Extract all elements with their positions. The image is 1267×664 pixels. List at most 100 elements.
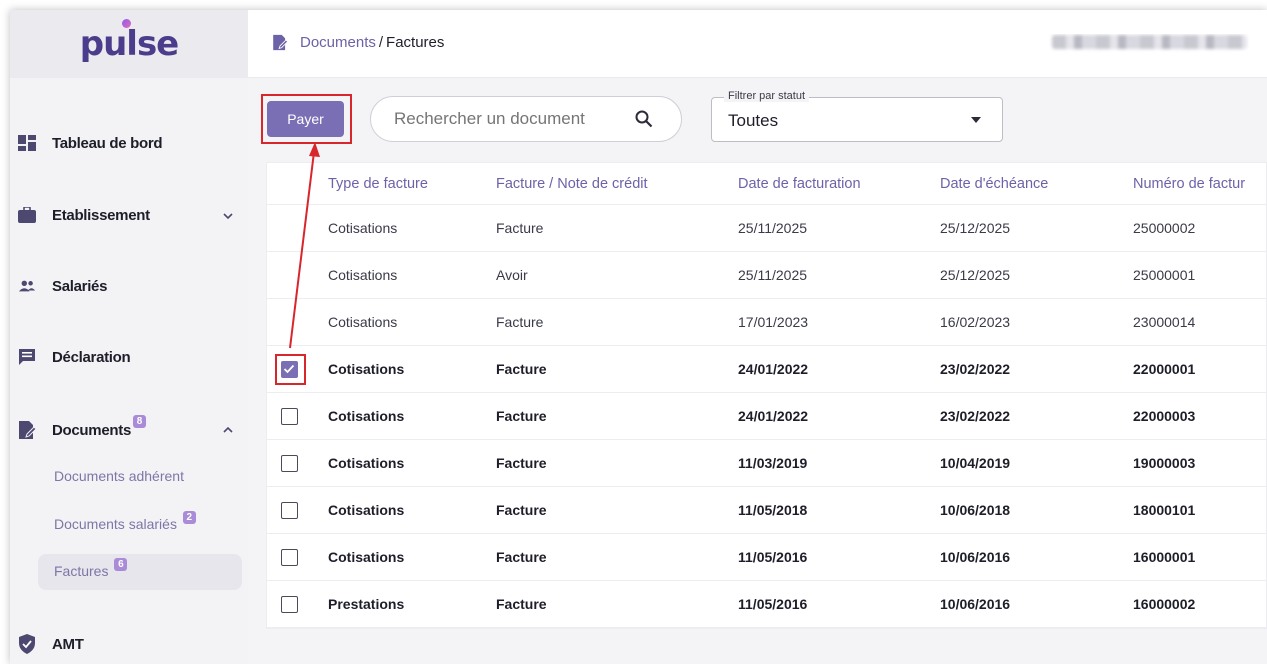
- table-cell: 23000014: [1133, 314, 1196, 330]
- sidebar-subitem-documents-salaries[interactable]: Documents salariés 2: [54, 511, 196, 533]
- table-cell: 16000002: [1133, 596, 1196, 612]
- row-checkbox-checked[interactable]: [281, 360, 298, 378]
- sidebar-item-label: Tableau de bord: [52, 134, 163, 152]
- table-cell: 11/03/2019: [738, 455, 808, 471]
- table-cell: Facture: [496, 408, 547, 424]
- table-cell: Avoir: [496, 267, 528, 283]
- sidebar-item-declaration[interactable]: Déclaration: [18, 343, 131, 371]
- search-icon[interactable]: [635, 110, 653, 128]
- logo-dot: [122, 19, 131, 28]
- row-checkbox[interactable]: [281, 501, 298, 519]
- sidebar-item-tableau-de-bord[interactable]: Tableau de bord: [18, 129, 163, 157]
- table-cell: Cotisations: [328, 220, 398, 236]
- table-row[interactable]: Cotisations Facture 11/05/2016 10/06/201…: [267, 534, 1266, 581]
- table-cell: Cotisations: [328, 267, 398, 283]
- shield-icon: [18, 634, 36, 654]
- table-cell: 11/05/2016: [738, 549, 808, 565]
- column-header[interactable]: Date d'échéance: [940, 176, 1048, 192]
- table-cell: 25/12/2025: [940, 220, 1011, 236]
- document-icon: [273, 34, 288, 51]
- briefcase-icon: [18, 206, 36, 224]
- message-icon: [18, 348, 36, 366]
- table-cell: Cotisations: [328, 455, 405, 471]
- blurred-user-info: [1052, 35, 1247, 49]
- sidebar-subitem-documents-adherent[interactable]: Documents adhérent: [54, 468, 184, 484]
- table-row[interactable]: Cotisations Facture 25/11/2025 25/12/202…: [267, 205, 1266, 252]
- chevron-down-icon[interactable]: [222, 210, 234, 222]
- sidebar-item-salaries[interactable]: Salariés: [18, 272, 107, 300]
- table-cell: 23/02/2022: [940, 408, 1011, 424]
- top-bar: Documents / Factures: [248, 10, 1267, 78]
- dashboard-icon: [18, 134, 36, 152]
- sidebar-item-etablissement[interactable]: Etablissement: [18, 201, 150, 229]
- sidebar-item-label: Etablissement: [52, 206, 150, 224]
- dropdown-caret-icon[interactable]: [971, 117, 981, 123]
- breadcrumb-separator: /: [378, 34, 384, 51]
- sidebar-item-label: AMT: [52, 635, 84, 653]
- row-checkbox[interactable]: [281, 407, 298, 425]
- table-cell: Facture: [496, 361, 547, 377]
- table-cell: Cotisations: [328, 408, 405, 424]
- table-cell: 10/06/2018: [940, 502, 1011, 518]
- table-row[interactable]: Cotisations Facture 11/03/2019 10/04/201…: [267, 440, 1266, 487]
- search-input[interactable]: [394, 109, 619, 129]
- table-cell: 16000001: [1133, 549, 1196, 565]
- app-window: pulse Tableau de bord Etablissement Sala…: [10, 10, 1267, 664]
- table-cell: 11/05/2018: [738, 502, 808, 518]
- sidebar-item-documents[interactable]: Documents 8: [18, 414, 146, 444]
- sidebar-item-label: Documents: [52, 421, 131, 439]
- invoices-table: Type de facture Facture / Note de crédit…: [266, 162, 1267, 629]
- table-cell: Cotisations: [328, 361, 405, 377]
- content-area: Payer Filtrer par statut Toutes Type de …: [248, 78, 1267, 664]
- table-cell: 11/05/2016: [738, 596, 808, 612]
- table-cell: Cotisations: [328, 314, 398, 330]
- people-icon: [18, 277, 36, 295]
- table-cell: 18000101: [1133, 502, 1196, 518]
- column-header[interactable]: Date de facturation: [738, 176, 861, 192]
- documents-count-badge: 8: [132, 414, 146, 428]
- breadcrumb: Documents / Factures: [272, 34, 444, 51]
- column-header[interactable]: Numéro de factur: [1133, 176, 1245, 192]
- table-cell: Facture: [496, 596, 547, 612]
- table-cell: 10/06/2016: [940, 549, 1011, 565]
- table-row[interactable]: Cotisations Facture 24/01/2022 23/02/202…: [267, 346, 1266, 393]
- search-box[interactable]: [370, 96, 682, 142]
- table-cell: 25000002: [1133, 220, 1196, 236]
- table-row[interactable]: Cotisations Facture 17/01/2023 16/02/202…: [267, 299, 1266, 346]
- table-cell: Facture: [496, 549, 547, 565]
- sidebar-subitem-label: Factures: [54, 563, 109, 579]
- sidebar-item-amt[interactable]: AMT: [18, 630, 84, 658]
- documents-salaries-badge: 2: [182, 511, 196, 524]
- table-cell: 25/11/2025: [738, 267, 808, 283]
- checkmark-icon: [283, 364, 295, 373]
- status-filter-select[interactable]: Filtrer par statut Toutes: [711, 90, 1003, 142]
- table-row[interactable]: Cotisations Avoir 25/11/2025 25/12/2025 …: [267, 252, 1266, 299]
- sidebar-subitem-factures[interactable]: Factures 6: [54, 558, 128, 580]
- table-cell: 17/01/2023: [738, 314, 809, 330]
- table-cell: 25000001: [1133, 267, 1196, 283]
- table-cell: Facture: [496, 220, 544, 236]
- row-checkbox[interactable]: [281, 548, 298, 566]
- breadcrumb-documents-link[interactable]: Documents: [300, 34, 376, 51]
- logo[interactable]: pulse: [10, 10, 248, 78]
- sidebar: pulse Tableau de bord Etablissement Sala…: [10, 10, 248, 664]
- row-checkbox[interactable]: [281, 595, 298, 613]
- table-cell: 25/11/2025: [738, 220, 808, 236]
- table-cell: 10/04/2019: [940, 455, 1011, 471]
- column-header[interactable]: Facture / Note de crédit: [496, 176, 648, 192]
- factures-badge: 6: [114, 558, 128, 571]
- filter-label: Filtrer par statut: [724, 90, 810, 102]
- row-checkbox[interactable]: [281, 454, 298, 472]
- table-row[interactable]: Prestations Facture 11/05/2016 10/06/201…: [267, 581, 1266, 628]
- logo-text: pulse: [79, 24, 179, 64]
- table-row[interactable]: Cotisations Facture 24/01/2022 23/02/202…: [267, 393, 1266, 440]
- main-panel: Documents / Factures Payer Filtrer par s…: [248, 10, 1267, 664]
- table-cell: Facture: [496, 455, 547, 471]
- breadcrumb-current-page: Factures: [386, 34, 445, 51]
- payer-button[interactable]: Payer: [267, 101, 344, 137]
- table-cell: 23/02/2022: [940, 361, 1011, 377]
- chevron-up-icon[interactable]: [222, 424, 234, 436]
- column-header[interactable]: Type de facture: [328, 176, 428, 192]
- table-cell: Facture: [496, 502, 547, 518]
- table-row[interactable]: Cotisations Facture 11/05/2018 10/06/201…: [267, 487, 1266, 534]
